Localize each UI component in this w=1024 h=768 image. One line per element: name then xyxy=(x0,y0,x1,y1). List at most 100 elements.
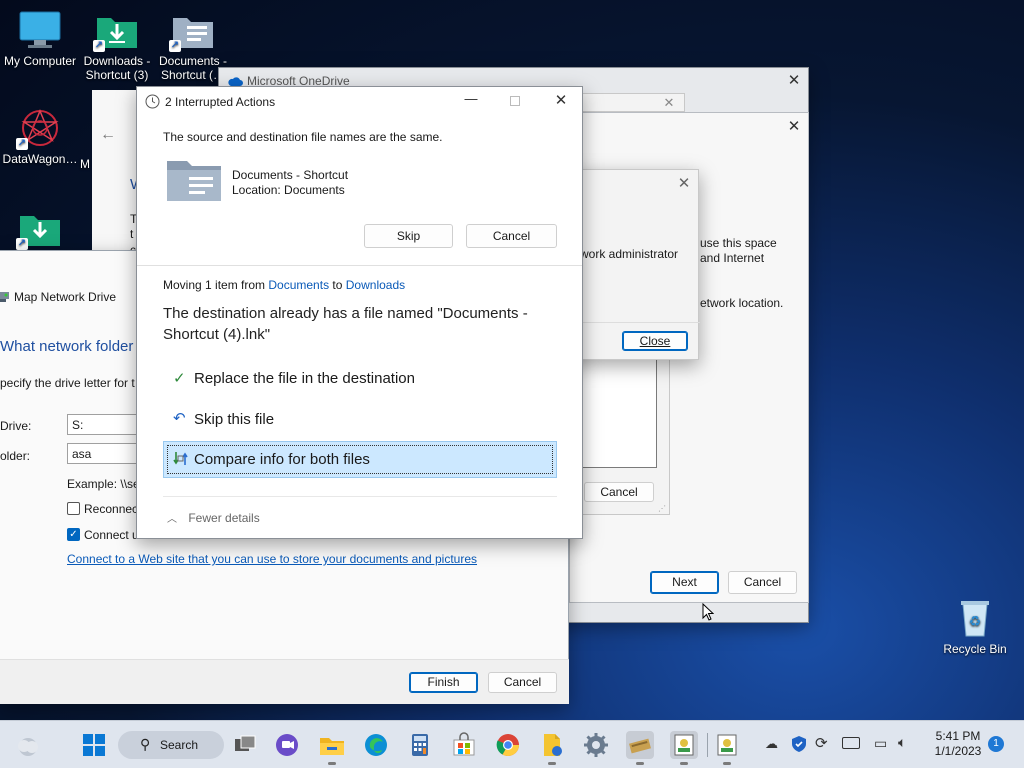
interrupted-cancel-button[interactable]: Cancel xyxy=(466,224,557,248)
wizard-next-button[interactable]: Next xyxy=(650,571,719,594)
web-site-link[interactable]: Connect to a Web site that you can use t… xyxy=(67,552,477,566)
shortcut-arrow-icon: ↗ xyxy=(16,138,28,150)
background-window-close-icon[interactable]: ✕ xyxy=(661,95,677,111)
drive-select[interactable]: S: xyxy=(67,414,137,435)
option-compare[interactable]: Compare info for both files xyxy=(163,441,557,478)
calculator-icon[interactable] xyxy=(406,731,434,759)
onedrive-close-icon[interactable]: ✕ xyxy=(786,73,802,89)
map-drive-heading: What network folder xyxy=(0,338,134,355)
photo-viewer-app-icon[interactable] xyxy=(713,731,741,765)
connect-credentials-checkbox[interactable]: ✓ xyxy=(67,528,80,541)
chrome-browser-icon[interactable] xyxy=(494,731,522,759)
moving-status: Moving 1 item from Documents to Download… xyxy=(163,278,405,292)
edge-browser-icon[interactable] xyxy=(362,731,390,759)
desktop-icon-label: Recycle Bin xyxy=(943,642,1007,656)
skip-button[interactable]: Skip xyxy=(364,224,453,248)
search-icon: ⚲ xyxy=(140,736,151,752)
file-name: Documents - Shortcut xyxy=(232,168,349,182)
option-replace[interactable]: ✓ Replace the file in the destination xyxy=(163,366,557,394)
section-divider xyxy=(137,265,582,266)
network-error-close-icon[interactable]: ✕ xyxy=(676,176,692,192)
folder-example: Example: \\se xyxy=(67,477,140,491)
clock[interactable]: 5:41 PM 1/1/2023 xyxy=(928,729,988,759)
shortcut-arrow-icon: ↗ xyxy=(169,40,181,52)
sync-tray-icon[interactable]: ⟳ xyxy=(815,734,828,752)
recycle-bin-icon: ♻ xyxy=(953,598,997,638)
wizard-close-icon[interactable]: ✕ xyxy=(786,119,802,135)
monitor-icon xyxy=(18,10,62,50)
desktop-icon-recycle-bin[interactable]: ♻ Recycle Bin xyxy=(935,598,1015,656)
interrupted-actions-close-icon[interactable]: ✕ xyxy=(553,93,569,109)
desktop-icon-label-partial: M xyxy=(80,157,90,171)
map-drive-footer xyxy=(0,659,569,704)
teams-chat-icon[interactable] xyxy=(273,731,301,759)
wizard-text-fragment: t xyxy=(130,227,134,241)
taskbar: ⚲ Search ☁ ⟳ ▭ 🔈︎ 5:41 PM 1/1/2023 1 xyxy=(0,720,1024,768)
desktop-icon-label: My Computer xyxy=(3,54,77,68)
option-replace-label: Replace the file in the destination xyxy=(194,370,415,387)
option-skip-label: Skip this file xyxy=(194,411,275,428)
file-location: Location: Documents xyxy=(232,183,345,197)
network-error-text: work administrator xyxy=(580,247,679,261)
document-app-icon[interactable] xyxy=(538,731,566,765)
shortcut-arrow-icon: ↗ xyxy=(93,40,105,52)
downloads-folder-icon: ↗ xyxy=(16,208,62,250)
clock-date: 1/1/2023 xyxy=(934,744,982,758)
interrupted-actions-clock-icon xyxy=(145,94,160,109)
downloads-folder-icon: ↗ xyxy=(93,10,139,52)
keyboard-tray-icon[interactable] xyxy=(842,737,860,749)
desktop-icon-datawagon[interactable]: ↗ DataWagon… xyxy=(0,108,80,166)
fewer-details-label: Fewer details xyxy=(188,511,260,525)
folder-input[interactable]: asa xyxy=(67,443,137,464)
taskbar-search-box[interactable]: ⚲ Search xyxy=(118,731,224,759)
map-drive-icon xyxy=(0,289,10,303)
mid-dialog-cancel-button[interactable]: Cancel xyxy=(584,482,654,502)
volume-tray-icon[interactable]: 🔈︎ xyxy=(898,734,906,751)
moving-to-link[interactable]: Downloads xyxy=(346,278,405,292)
desktop-icon-label: Downloads - Shortcut (3) xyxy=(83,54,151,82)
network-error-line xyxy=(570,322,700,323)
connect-credentials-label: Connect u xyxy=(84,528,139,542)
task-view-icon[interactable] xyxy=(231,731,259,759)
file-explorer-icon[interactable] xyxy=(318,731,346,765)
desktop-icon-my-computer[interactable]: My Computer xyxy=(0,10,80,68)
wizard-cancel-button[interactable]: Cancel xyxy=(728,571,797,594)
network-error-close-button[interactable]: Close xyxy=(622,331,688,351)
interrupted-actions-message: The source and destination file names ar… xyxy=(163,130,443,144)
wizard-body-text: etwork location. xyxy=(700,296,784,310)
desktop-icon-downloads-partial[interactable]: ↗ xyxy=(0,208,80,252)
finish-button[interactable]: Finish xyxy=(409,672,478,693)
reconnect-checkbox[interactable] xyxy=(67,502,80,515)
drive-label: Drive: xyxy=(0,419,32,433)
security-shield-tray-icon[interactable] xyxy=(791,735,807,753)
wizard-body-text: and Internet xyxy=(700,251,765,265)
network-error-dialog: ✕ work administrator Close xyxy=(569,169,700,360)
photo-viewer-app-icon[interactable] xyxy=(670,731,698,765)
map-drive-instruction: pecify the drive letter for t xyxy=(0,376,135,390)
option-compare-label: Compare info for both files xyxy=(194,451,370,468)
archive-app-icon[interactable] xyxy=(626,731,654,765)
microsoft-store-icon[interactable] xyxy=(450,731,478,759)
fewer-details-toggle[interactable]: ︿ Fewer details xyxy=(163,510,260,526)
notification-badge[interactable]: 1 xyxy=(988,736,1004,752)
weather-widget-icon[interactable] xyxy=(14,731,42,759)
start-windows-icon[interactable] xyxy=(80,731,108,759)
moving-from-link[interactable]: Documents xyxy=(268,278,329,292)
background-window-strip: ✕ xyxy=(580,93,685,112)
file-shortcut-icon xyxy=(165,157,223,203)
svg-text:♻: ♻ xyxy=(969,614,982,630)
onedrive-offline-tray-icon[interactable]: ☁ xyxy=(765,736,778,752)
interrupted-actions-dialog: 2 Interrupted Actions — ✕ The source and… xyxy=(136,86,583,539)
option-skip[interactable]: ↶ Skip this file xyxy=(163,407,557,435)
desktop-icon-downloads-shortcut[interactable]: ↗ Downloads - Shortcut (3) xyxy=(77,10,157,82)
datawagon-logo-icon: ↗ xyxy=(16,108,62,150)
wizard-back-arrow-icon[interactable]: ← xyxy=(100,126,116,144)
section-divider xyxy=(163,496,557,497)
network-tray-icon[interactable]: ▭ xyxy=(874,735,887,752)
settings-gear-icon[interactable] xyxy=(582,731,610,759)
interrupted-actions-title: 2 Interrupted Actions xyxy=(165,95,276,109)
map-drive-cancel-button[interactable]: Cancel xyxy=(488,672,557,693)
minimize-icon[interactable]: — xyxy=(464,91,478,106)
maximize-icon xyxy=(510,96,520,106)
mid-dialog: Cancel ⋰ xyxy=(569,355,670,515)
